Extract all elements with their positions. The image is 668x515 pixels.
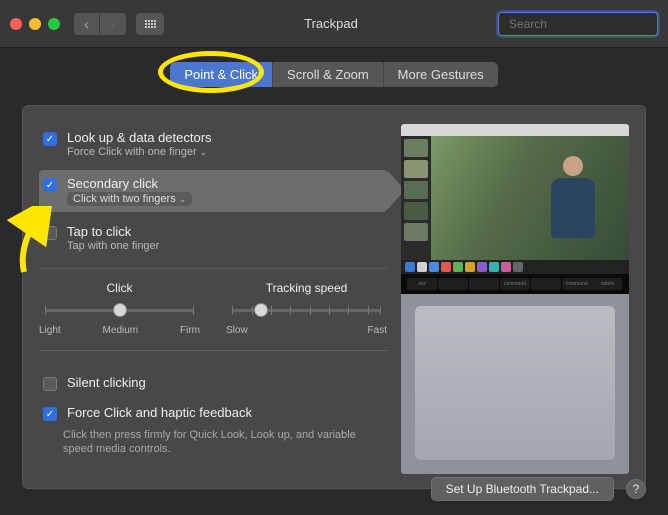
help-button[interactable]: ?: [626, 479, 646, 499]
silent-title: Silent clicking: [67, 375, 146, 390]
zoom-icon[interactable]: [48, 18, 60, 30]
search-input[interactable]: [509, 17, 664, 31]
secondary-subtitle-menu[interactable]: Click with two fingers⌄: [67, 192, 192, 206]
click-label: Click: [39, 281, 200, 295]
setup-bluetooth-button[interactable]: Set Up Bluetooth Trackpad...: [431, 477, 614, 501]
tracking-min: Slow: [226, 325, 248, 336]
show-all-button[interactable]: [136, 13, 164, 35]
lookup-checkbox[interactable]: ✓: [43, 132, 57, 146]
click-max: Firm: [180, 325, 200, 336]
silent-checkbox[interactable]: [43, 377, 57, 391]
option-force-click[interactable]: ✓ Force Click and haptic feedback: [39, 399, 387, 427]
force-checkbox[interactable]: ✓: [43, 407, 57, 421]
close-icon[interactable]: [10, 18, 22, 30]
option-silent-clicking[interactable]: Silent clicking: [39, 369, 387, 397]
chevron-down-icon: ⌄: [200, 147, 208, 158]
force-description: Click then press firmly for Quick Look, …: [63, 428, 387, 457]
trackpad-graphic: [415, 306, 615, 460]
window-titlebar: ‹ › Trackpad: [0, 0, 668, 48]
tracking-label: Tracking speed: [226, 281, 387, 295]
tab-bar: Point & Click Scroll & Zoom More Gesture…: [0, 62, 668, 87]
option-secondary-click[interactable]: ✓ Secondary click Click with two fingers…: [39, 170, 387, 212]
forward-button[interactable]: ›: [100, 13, 126, 35]
click-slider[interactable]: [39, 301, 200, 323]
tracking-slider[interactable]: [226, 301, 387, 323]
minimize-icon[interactable]: [29, 18, 41, 30]
search-field[interactable]: [498, 12, 658, 36]
gesture-preview: esccommandcommandoption: [401, 124, 629, 474]
window-title: Trackpad: [164, 16, 498, 31]
option-lookup[interactable]: ✓ Look up & data detectors Force Click w…: [39, 124, 387, 164]
tracking-slider-group: Tracking speed Slow Fast: [226, 281, 387, 336]
force-title: Force Click and haptic feedback: [67, 405, 252, 420]
tap-checkbox[interactable]: [43, 226, 57, 240]
click-slider-group: Click Light Medium Firm: [39, 281, 200, 336]
nav-back-forward: ‹ ›: [74, 13, 126, 35]
secondary-click-checkbox[interactable]: ✓: [43, 178, 57, 192]
tab-more-gestures[interactable]: More Gestures: [384, 62, 498, 87]
option-tap-to-click[interactable]: Tap to click Tap with one finger: [39, 218, 387, 258]
tap-subtitle: Tap with one finger: [67, 240, 159, 252]
lookup-title: Look up & data detectors: [67, 130, 212, 145]
chevron-down-icon: ⌄: [179, 194, 187, 205]
footer: Set Up Bluetooth Trackpad... ?: [431, 477, 646, 501]
window-controls: [10, 18, 60, 30]
tab-point-click[interactable]: Point & Click: [170, 62, 273, 87]
back-button[interactable]: ‹: [74, 13, 100, 35]
secondary-title: Secondary click: [67, 176, 192, 191]
tracking-max: Fast: [368, 325, 387, 336]
tab-scroll-zoom[interactable]: Scroll & Zoom: [273, 62, 384, 87]
settings-panel: ✓ Look up & data detectors Force Click w…: [22, 105, 646, 489]
grid-icon: [145, 20, 156, 28]
tap-title: Tap to click: [67, 224, 159, 239]
click-mid: Medium: [103, 325, 139, 336]
lookup-subtitle[interactable]: Force Click with one finger⌄: [67, 146, 212, 158]
click-min: Light: [39, 325, 61, 336]
